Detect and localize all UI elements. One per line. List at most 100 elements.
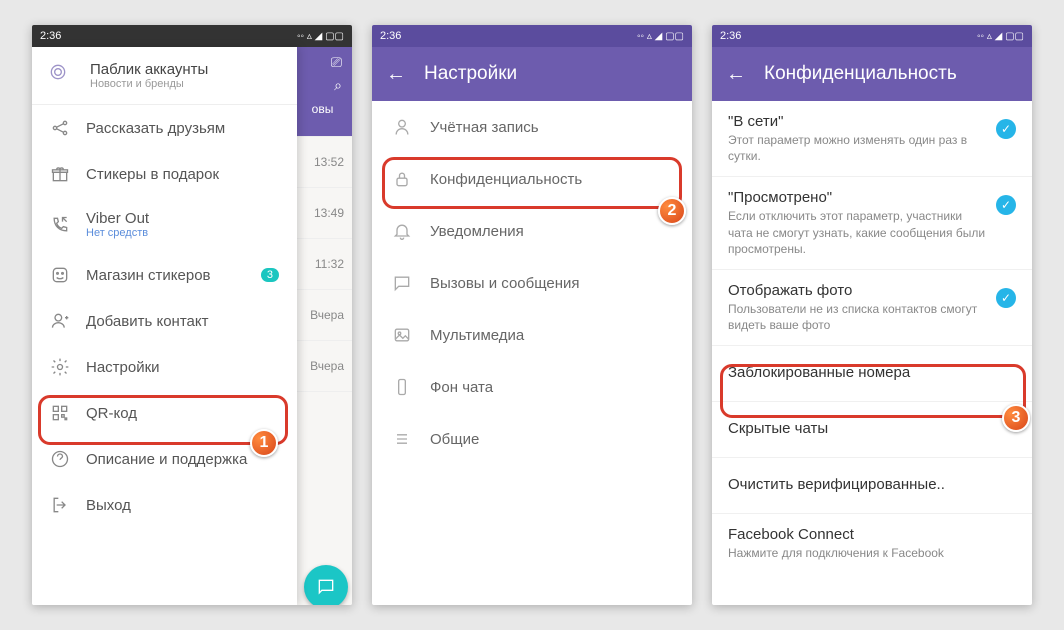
phone-screen-settings: 2:36 ◦◦ ▵ ◢ ▢▢ ← Настройки Учётная запис… [372,25,692,605]
phone-screen-privacy: 2:36 ◦◦ ▵ ◢ ▢▢ ← Конфиденциальность "В с… [712,25,1032,605]
privacy-item-title: "В сети" [728,113,986,130]
qr-icon [50,403,70,423]
privacy-item-title: Заблокированные номера [728,364,1016,381]
settings-item-calls[interactable]: Вызовы и сообщения [372,257,692,309]
screen-title: Конфиденциальность [764,63,957,85]
check-icon: ✓ [996,288,1016,308]
privacy-item-title: "Просмотрено" [728,189,986,206]
drawer-title: Паблик аккаунты [90,61,208,78]
privacy-item-online[interactable]: "В сети" Этот параметр можно изменять од… [712,101,1032,177]
settings-item-wallpaper[interactable]: Фон чата [372,361,692,413]
drawer-item-exit[interactable]: Выход [32,482,297,528]
phone-bg-icon [392,377,412,397]
chat-time: Вчера [293,290,352,341]
drawer-item-label: Магазин стикеров [86,267,211,284]
app-bar: ← Настройки [372,47,692,101]
status-time: 2:36 [720,30,741,42]
search-icon: ⌕ [334,77,342,94]
settings-item-label: Фон чата [430,379,493,396]
settings-item-label: Уведомления [430,223,524,240]
drawer-item-label: Описание и поддержка [86,451,247,468]
drawer-item-sublabel: Нет средств [86,227,149,239]
lock-icon [392,169,412,189]
drawer-item-label: Стикеры в подарок [86,166,219,183]
drawer-header[interactable]: Паблик аккаунты Новости и бренды [32,47,297,105]
settings-list: Учётная запись Конфиденциальность Уведом… [372,101,692,605]
privacy-item-clear[interactable]: Очистить верифицированные.. [712,458,1032,514]
privacy-item-sub: Пользователи не из списка контактов смог… [728,301,986,333]
chat-time: 13:49 [293,188,352,239]
privacy-item-facebook[interactable]: Facebook Connect Нажмите для подключения… [712,514,1032,573]
app-bar: ← Конфиденциальность [712,47,1032,101]
gear-icon [50,357,70,377]
compose-fab[interactable] [304,565,348,605]
chat-header-bg: ⎚ ⌕ [292,47,352,101]
public-accounts-icon [48,62,76,90]
check-icon: ✓ [996,119,1016,139]
settings-item-account[interactable]: Учётная запись [372,101,692,153]
back-button[interactable]: ← [386,63,406,86]
bell-icon [392,221,412,241]
chat-time: 11:32 [293,239,352,290]
step-badge-3: 3 [1002,404,1030,432]
privacy-item-title: Очистить верифицированные.. [728,476,1016,493]
drawer-item-settings[interactable]: Настройки [32,344,297,390]
cast-icon: ⎚ [331,54,342,71]
back-button[interactable]: ← [726,63,746,86]
settings-item-privacy[interactable]: Конфиденциальность [372,153,692,205]
privacy-item-sub: Нажмите для подключения к Facebook [728,545,1016,561]
settings-item-label: Общие [430,431,479,448]
privacy-item-title: Facebook Connect [728,526,1016,543]
settings-item-label: Учётная запись [430,119,539,136]
chat-icon [392,273,412,293]
drawer-item-gift[interactable]: Стикеры в подарок [32,151,297,197]
status-icons: ◦◦ ▵ ◢ ▢▢ [637,31,684,42]
gift-icon [50,164,70,184]
settings-item-label: Вызовы и сообщения [430,275,580,292]
settings-item-general[interactable]: Общие [372,413,692,465]
settings-item-label: Конфиденциальность [430,171,582,188]
exit-icon [50,495,70,515]
status-icons: ◦◦ ▵ ◢ ▢▢ [977,31,1024,42]
drawer-item-label: Выход [86,497,131,514]
privacy-list: "В сети" Этот параметр можно изменять од… [712,101,1032,605]
drawer-item-label: Настройки [86,359,160,376]
chat-list-background: ⎚ ⌕ овы 13:52 13:49 11:32 Вчера Вчера [292,47,352,605]
drawer-item-label: QR-код [86,405,137,422]
drawer-item-add-contact[interactable]: Добавить контакт [32,298,297,344]
status-bar: 2:36 ◦◦ ▵ ◢ ▢▢ [372,25,692,47]
chat-time: Вчера [293,341,352,392]
drawer-item-label: Добавить контакт [86,313,208,330]
screen-title: Настройки [424,63,517,85]
image-icon [392,325,412,345]
drawer-subtitle: Новости и бренды [90,78,208,90]
drawer-item-label: Рассказать друзьям [86,120,225,137]
phone-out-icon [50,215,70,235]
drawer-item-stickers[interactable]: Магазин стикеров 3 [32,252,297,298]
privacy-item-sub: Этот параметр можно изменять один раз в … [728,132,986,164]
sticker-icon [50,265,70,285]
share-icon [50,118,70,138]
settings-item-notifications[interactable]: Уведомления [372,205,692,257]
status-time: 2:36 [380,30,401,42]
person-icon [392,117,412,137]
drawer-item-viberout[interactable]: Viber Out Нет средств [32,197,297,252]
privacy-item-hidden[interactable]: Скрытые чаты [712,402,1032,458]
navigation-drawer: Паблик аккаунты Новости и бренды Рассказ… [32,47,297,605]
step-badge-2: 2 [658,197,686,225]
status-bar: 2:36 ◦◦ ▵ ◢ ▢▢ [712,25,1032,47]
check-icon: ✓ [996,195,1016,215]
status-time: 2:36 [40,30,61,42]
drawer-item-share[interactable]: Рассказать друзьям [32,105,297,151]
status-icons: ◦◦ ▵ ◢ ▢▢ [297,31,344,42]
list-icon [392,429,412,449]
privacy-item-blocked[interactable]: Заблокированные номера [712,346,1032,402]
drawer-item-qr[interactable]: QR-код [32,390,297,436]
privacy-item-seen[interactable]: "Просмотрено" Если отключить этот параме… [712,177,1032,270]
status-bar: 2:36 ◦◦ ▵ ◢ ▢▢ [32,25,352,47]
settings-item-media[interactable]: Мультимедиа [372,309,692,361]
privacy-item-title: Скрытые чаты [728,420,1016,437]
privacy-item-photo[interactable]: Отображать фото Пользователи не из списк… [712,270,1032,346]
sticker-badge: 3 [261,268,279,282]
chat-icon [316,577,336,597]
